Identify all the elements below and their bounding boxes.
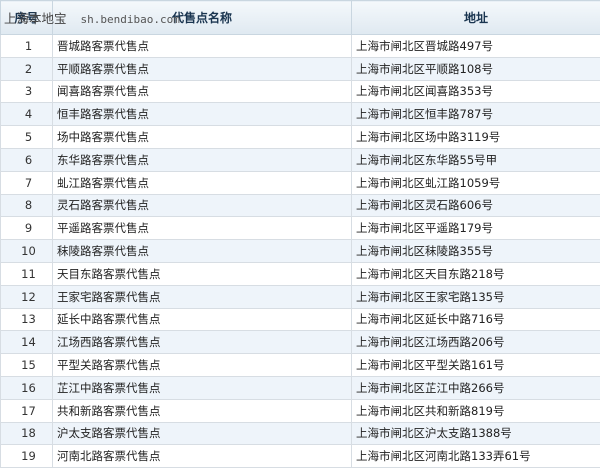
outlet-name-cell: 东华路客票代售点 — [52, 147, 352, 172]
table-row: 6 东华路客票代售点 上海市闸北区东华路55号甲 — [0, 147, 600, 172]
table-row: 12 王家宅路客票代售点 上海市闸北区王家宅路135号 — [0, 284, 600, 309]
outlet-name-cell: 平型关路客票代售点 — [52, 353, 352, 377]
address-cell: 上海市闸北区沪太支路1388号 — [351, 421, 600, 446]
row-number-cell: 8 — [0, 193, 53, 218]
table-row: 2 平顺路客票代售点 上海市闸北区平顺路108号 — [0, 56, 600, 81]
outlet-name-cell: 平遥路客票代售点 — [52, 216, 352, 241]
address-cell: 上海市闸北区平遥路179号 — [351, 216, 600, 241]
outlet-name-cell: 平顺路客票代售点 — [52, 56, 352, 81]
row-number-cell: 6 — [0, 147, 53, 172]
address-cell: 上海市闸北区东华路55号甲 — [351, 147, 600, 172]
row-number-cell: 7 — [0, 170, 53, 195]
outlet-name-cell: 河南北路客票代售点 — [52, 444, 352, 469]
row-number-cell: 15 — [0, 353, 53, 377]
table-row: 8 灵石路客票代售点 上海市闸北区灵石路606号 — [0, 193, 600, 218]
outlet-name-cell: 延长中路客票代售点 — [52, 307, 352, 332]
row-number-cell: 17 — [0, 398, 53, 423]
table-row: 17 共和新路客票代售点 上海市闸北区共和新路819号 — [0, 398, 600, 423]
address-cell: 上海市闸北区场中路3119号 — [351, 125, 600, 149]
address-cell: 上海市闸北区晋城路497号 — [351, 34, 600, 58]
table-row: 11 天目东路客票代售点 上海市闸北区天目东路218号 — [0, 261, 600, 286]
row-number-cell: 19 — [0, 444, 53, 469]
outlet-name-cell: 场中路客票代售点 — [52, 125, 352, 149]
address-cell: 上海市闸北区平型关路161号 — [351, 353, 600, 377]
header-name: 代售点名称 — [52, 0, 352, 35]
row-number-cell: 3 — [0, 79, 53, 104]
table-row: 14 江场西路客票代售点 上海市闸北区江场西路206号 — [0, 330, 600, 355]
address-cell: 上海市闸北区芷江中路266号 — [351, 375, 600, 400]
outlet-name-cell: 共和新路客票代售点 — [52, 398, 352, 423]
row-number-cell: 4 — [0, 102, 53, 127]
row-number-cell: 10 — [0, 239, 53, 263]
outlet-name-cell: 灵石路客票代售点 — [52, 193, 352, 218]
table-row: 18 沪太支路客票代售点 上海市闸北区沪太支路1388号 — [0, 421, 600, 446]
outlet-name-cell: 晋城路客票代售点 — [52, 34, 352, 58]
row-number-cell: 14 — [0, 330, 53, 355]
address-cell: 上海市闸北区天目东路218号 — [351, 261, 600, 286]
table-row: 4 恒丰路客票代售点 上海市闸北区恒丰路787号 — [0, 102, 600, 127]
address-cell: 上海市闸北区灵石路606号 — [351, 193, 600, 218]
table-row: 16 芷江中路客票代售点 上海市闸北区芷江中路266号 — [0, 375, 600, 400]
row-number-cell: 11 — [0, 261, 53, 286]
outlet-name-cell: 天目东路客票代售点 — [52, 261, 352, 286]
table-row: 13 延长中路客票代售点 上海市闸北区延长中路716号 — [0, 307, 600, 332]
outlet-name-cell: 闻喜路客票代售点 — [52, 79, 352, 104]
table-row: 19 河南北路客票代售点 上海市闸北区河南北路133弄61号 — [0, 444, 600, 469]
address-cell: 上海市闸北区王家宅路135号 — [351, 284, 600, 309]
row-number-cell: 16 — [0, 375, 53, 400]
table-row: 9 平遥路客票代售点 上海市闸北区平遥路179号 — [0, 216, 600, 241]
table-row: 3 闻喜路客票代售点 上海市闸北区闻喜路353号 — [0, 79, 600, 104]
table-header-row: 序号 代售点名称 地址 — [0, 0, 600, 35]
outlet-name-cell: 芷江中路客票代售点 — [52, 375, 352, 400]
ticket-outlet-table: 序号 代售点名称 地址 1 晋城路客票代售点 上海市闸北区晋城路497号 2 平顺路客票… — [0, 0, 600, 469]
table-row: 15 平型关路客票代售点 上海市闸北区平型关路161号 — [0, 353, 600, 377]
page: 序号 代售点名称 地址 1 晋城路客票代售点 上海市闸北区晋城路497号 2 平顺路客票… — [0, 0, 600, 471]
address-cell: 上海市闸北区江场西路206号 — [351, 330, 600, 355]
outlet-name-cell: 恒丰路客票代售点 — [52, 102, 352, 127]
address-cell: 上海市闸北区延长中路716号 — [351, 307, 600, 332]
address-cell: 上海市闸北区虬江路1059号 — [351, 170, 600, 195]
row-number-cell: 13 — [0, 307, 53, 332]
row-number-cell: 5 — [0, 125, 53, 149]
header-address: 地址 — [351, 0, 600, 35]
outlet-name-cell: 江场西路客票代售点 — [52, 330, 352, 355]
address-cell: 上海市闸北区共和新路819号 — [351, 398, 600, 423]
row-number-cell: 1 — [0, 34, 53, 58]
address-cell: 上海市闸北区平顺路108号 — [351, 56, 600, 81]
table-row: 1 晋城路客票代售点 上海市闸北区晋城路497号 — [0, 34, 600, 58]
outlet-name-cell: 王家宅路客票代售点 — [52, 284, 352, 309]
row-number-cell: 2 — [0, 56, 53, 81]
row-number-cell: 9 — [0, 216, 53, 241]
outlet-name-cell: 虬江路客票代售点 — [52, 170, 352, 195]
address-cell: 上海市闸北区恒丰路787号 — [351, 102, 600, 127]
outlet-name-cell: 秣陵路客票代售点 — [52, 239, 352, 263]
table-row: 10 秣陵路客票代售点 上海市闸北区秣陵路355号 — [0, 239, 600, 263]
outlet-name-cell: 沪太支路客票代售点 — [52, 421, 352, 446]
row-number-cell: 18 — [0, 421, 53, 446]
table-row: 7 虬江路客票代售点 上海市闸北区虬江路1059号 — [0, 170, 600, 195]
address-cell: 上海市闸北区闻喜路353号 — [351, 79, 600, 104]
address-cell: 上海市闸北区秣陵路355号 — [351, 239, 600, 263]
header-no: 序号 — [0, 0, 53, 35]
row-number-cell: 12 — [0, 284, 53, 309]
table-row: 5 场中路客票代售点 上海市闸北区场中路3119号 — [0, 125, 600, 149]
address-cell: 上海市闸北区河南北路133弄61号 — [351, 444, 600, 469]
